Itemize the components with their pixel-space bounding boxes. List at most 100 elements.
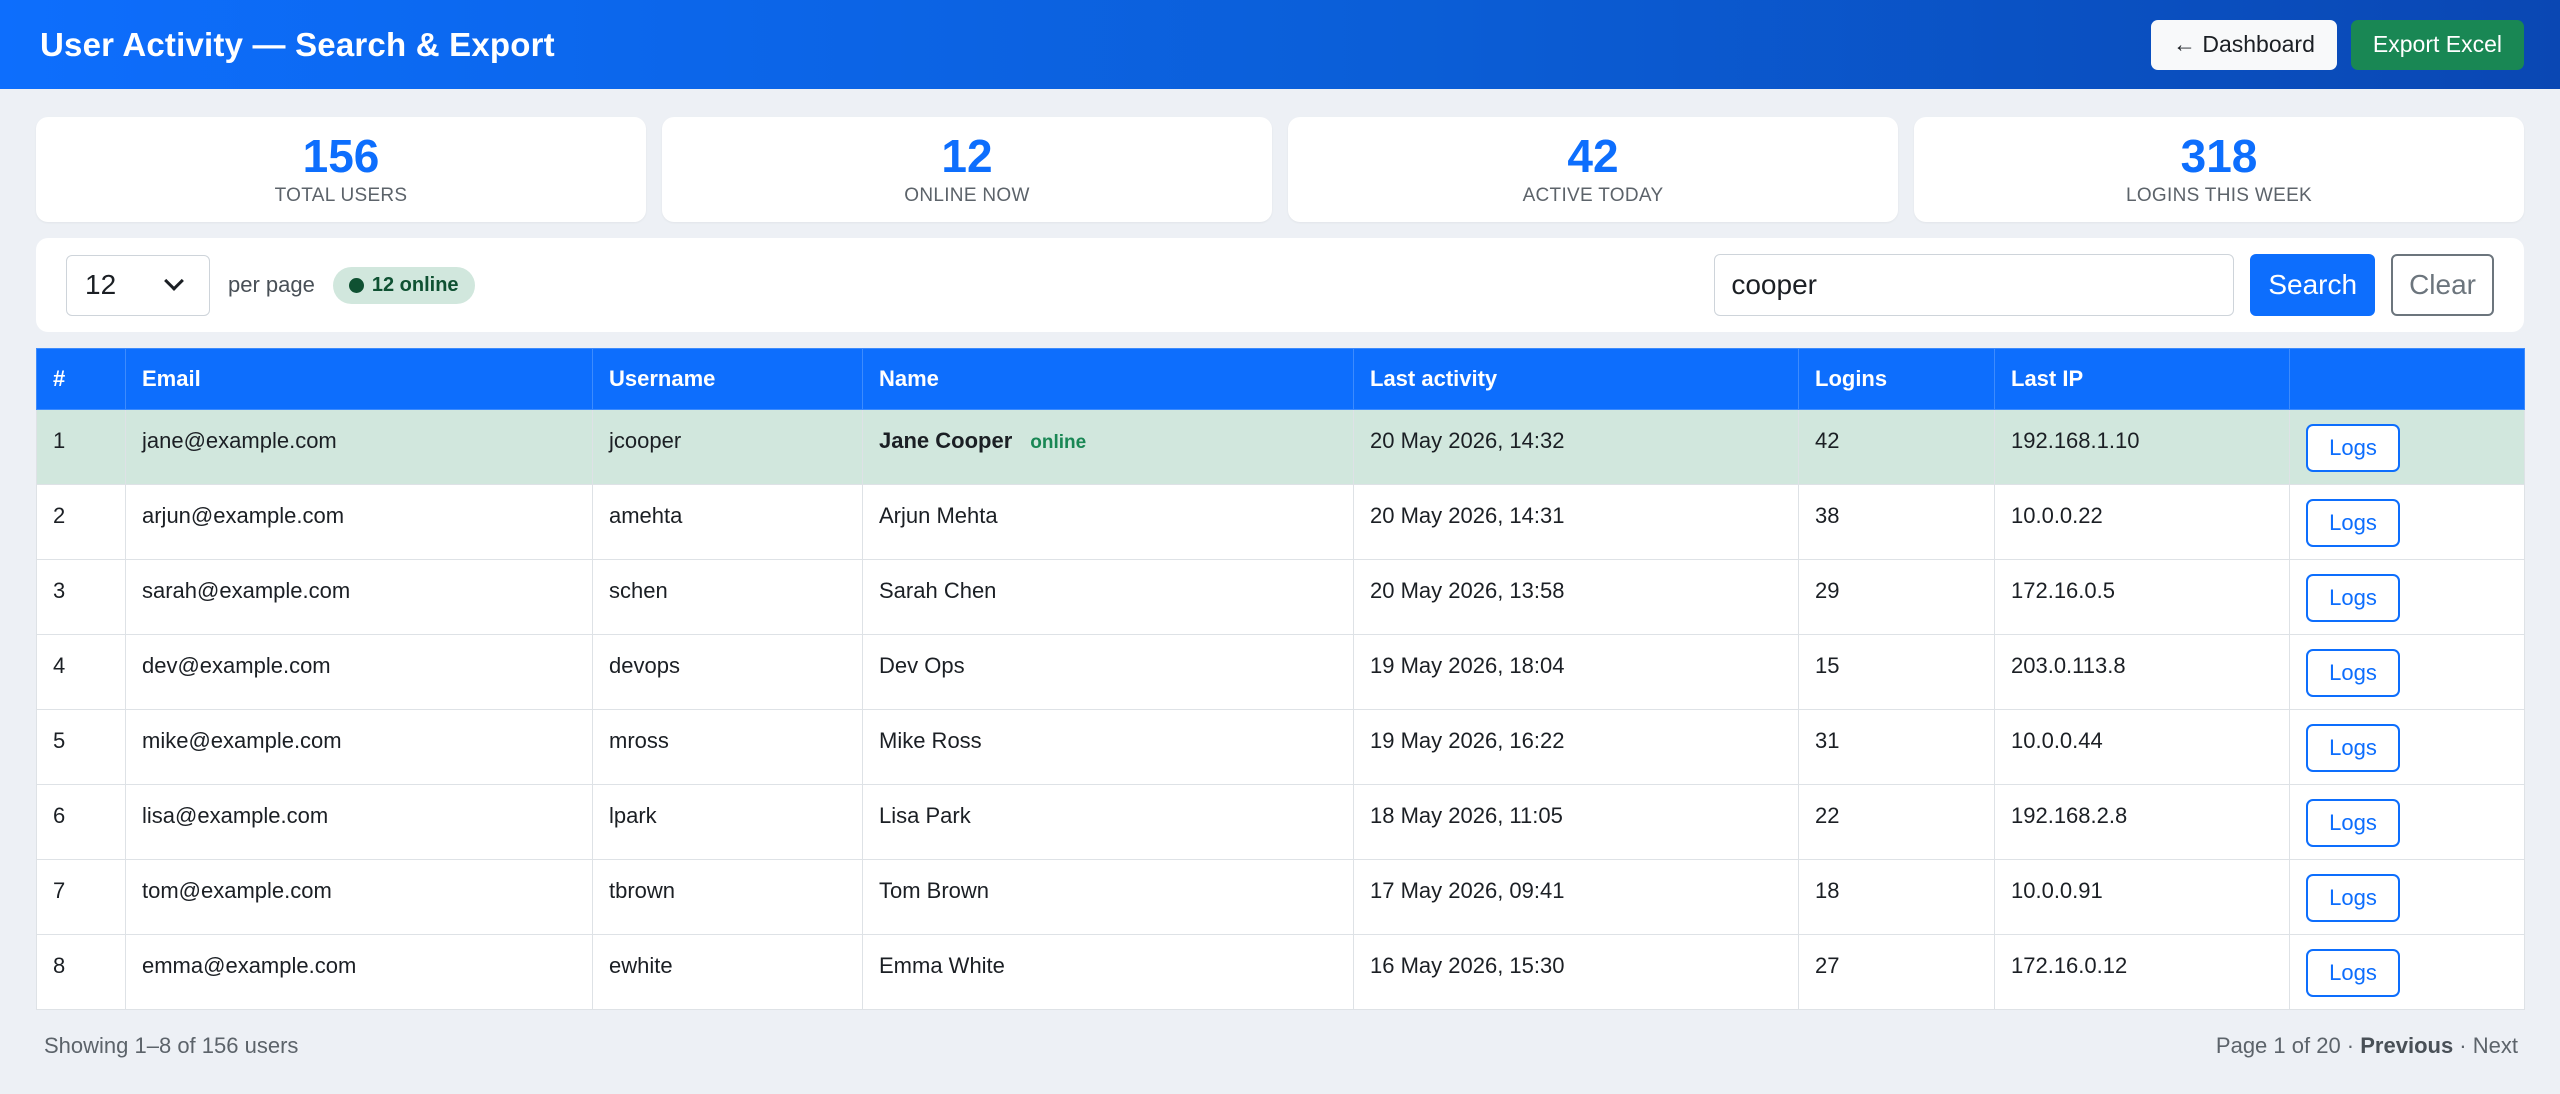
header-bar: User Activity — Search & Export ← Dashbo… bbox=[0, 0, 2560, 89]
row-username: tbrown bbox=[592, 859, 863, 935]
row-logins: 31 bbox=[1798, 709, 1995, 785]
logs-button[interactable]: Logs bbox=[2306, 499, 2400, 547]
row-last-ip: 10.0.0.91 bbox=[1994, 859, 2290, 935]
chevron-down-icon bbox=[164, 271, 184, 291]
logs-button[interactable]: Logs bbox=[2306, 874, 2400, 922]
table-row: 5 mike@example.com mross Mike Ross 19 May 20… bbox=[36, 709, 2525, 785]
export-excel-button[interactable]: Export Excel bbox=[2350, 19, 2524, 70]
row-number: 4 bbox=[36, 634, 126, 710]
clear-button[interactable]: Clear bbox=[2391, 254, 2494, 316]
page-title: User Activity — Search & Export bbox=[40, 25, 555, 63]
search-input[interactable] bbox=[1714, 254, 2235, 316]
table-row: 1 jane@example.com jcooper Jane Cooper onlin… bbox=[36, 409, 2525, 485]
logs-button[interactable]: Logs bbox=[2306, 949, 2400, 997]
per-page-label: per page bbox=[228, 272, 315, 297]
row-last-ip: 10.0.0.44 bbox=[1994, 709, 2290, 785]
column-header-username[interactable]: Username bbox=[592, 348, 863, 410]
stat-card-online-now: 12 ONLINE NOW bbox=[662, 117, 1272, 222]
row-email: sarah@example.com bbox=[125, 559, 593, 635]
row-actions: Logs bbox=[2289, 634, 2525, 710]
online-badge-label: 12 online bbox=[371, 273, 459, 296]
stat-card-logins-week: 318 LOGINS THIS WEEK bbox=[1914, 117, 2524, 222]
column-header-last-ip[interactable]: Last IP bbox=[1994, 348, 2290, 410]
table-row: 4 dev@example.com devops Dev Ops 19 May 2026… bbox=[36, 634, 2525, 710]
status-dot-icon bbox=[348, 277, 364, 293]
row-last-ip: 203.0.113.8 bbox=[1994, 634, 2290, 710]
table-row: 8 emma@example.com ewhite Emma White 16 May … bbox=[36, 934, 2525, 1010]
column-header-name[interactable]: Name bbox=[862, 348, 1354, 410]
row-last-ip: 192.168.2.8 bbox=[1994, 784, 2290, 860]
row-actions: Logs bbox=[2289, 859, 2525, 935]
stat-label: ACTIVE TODAY bbox=[1522, 184, 1664, 206]
table-row: 7 tom@example.com tbrown Tom Brown 17 May 20… bbox=[36, 859, 2525, 935]
row-name: Dev Ops bbox=[879, 653, 965, 678]
table-body: 1 jane@example.com jcooper Jane Cooper onlin… bbox=[36, 409, 2525, 1010]
stat-label: LOGINS THIS WEEK bbox=[2125, 184, 2313, 206]
row-last-ip: 10.0.0.22 bbox=[1994, 484, 2290, 560]
table-row: 3 sarah@example.com schen Sarah Chen 20 May … bbox=[36, 559, 2525, 635]
online-badge: 12 online bbox=[332, 266, 475, 304]
pagination: Page 1 of 20 · Previous · Next bbox=[2216, 1033, 2518, 1059]
column-header-email[interactable]: Email bbox=[125, 348, 593, 410]
column-header-actions bbox=[2289, 348, 2525, 410]
row-last-ip: 192.168.1.10 bbox=[1994, 409, 2290, 485]
row-last-activity: 20 May 2026, 13:58 bbox=[1353, 559, 1799, 635]
row-number: 5 bbox=[36, 709, 126, 785]
filter-toolbar: 12 per page 12 online Search Clear bbox=[36, 238, 2524, 332]
pager-separator: · bbox=[2340, 1033, 2361, 1058]
column-header-last-activity[interactable]: Last activity bbox=[1353, 348, 1799, 410]
row-logins: 38 bbox=[1798, 484, 1995, 560]
table-row: 2 arjun@example.com amehta Arjun Mehta 20 Ma… bbox=[36, 484, 2525, 560]
logs-button[interactable]: Logs bbox=[2306, 424, 2400, 472]
row-name-cell: Emma White bbox=[862, 934, 1354, 1010]
previous-link[interactable]: Previous bbox=[2360, 1033, 2453, 1058]
row-number: 8 bbox=[36, 934, 126, 1010]
row-username: mross bbox=[592, 709, 863, 785]
row-last-ip: 172.16.0.5 bbox=[1994, 559, 2290, 635]
table-footer: Showing 1–8 of 156 users Page 1 of 20 · … bbox=[0, 1010, 2560, 1082]
row-name-cell: Arjun Mehta bbox=[862, 484, 1354, 560]
row-last-activity: 20 May 2026, 14:32 bbox=[1353, 409, 1799, 485]
stat-label: TOTAL USERS bbox=[274, 184, 408, 206]
row-number: 7 bbox=[36, 859, 126, 935]
row-actions: Logs bbox=[2289, 484, 2525, 560]
search-button[interactable]: Search bbox=[2250, 254, 2376, 316]
logs-button[interactable]: Logs bbox=[2306, 724, 2400, 772]
stat-card-total-users: 156 TOTAL USERS bbox=[36, 117, 646, 222]
row-number: 6 bbox=[36, 784, 126, 860]
next-link[interactable]: Next bbox=[2473, 1033, 2518, 1058]
row-username: devops bbox=[592, 634, 863, 710]
column-header-number[interactable]: # bbox=[36, 348, 126, 410]
row-number: 2 bbox=[36, 484, 126, 560]
row-name: Mike Ross bbox=[879, 728, 982, 753]
row-email: emma@example.com bbox=[125, 934, 593, 1010]
logs-button[interactable]: Logs bbox=[2306, 574, 2400, 622]
row-username: amehta bbox=[592, 484, 863, 560]
toolbar-left: 12 per page 12 online bbox=[66, 254, 475, 316]
row-actions: Logs bbox=[2289, 409, 2525, 485]
row-last-activity: 19 May 2026, 16:22 bbox=[1353, 709, 1799, 785]
row-name: Emma White bbox=[879, 953, 1005, 978]
row-last-activity: 20 May 2026, 14:31 bbox=[1353, 484, 1799, 560]
dashboard-button[interactable]: ← Dashboard bbox=[2150, 19, 2337, 70]
stat-value: 12 bbox=[941, 129, 993, 182]
per-page-select[interactable]: 12 bbox=[66, 254, 210, 316]
row-name: Sarah Chen bbox=[879, 578, 997, 603]
logs-button[interactable]: Logs bbox=[2306, 799, 2400, 847]
row-name-cell: Mike Ross bbox=[862, 709, 1354, 785]
row-logins: 42 bbox=[1798, 409, 1995, 485]
row-email: mike@example.com bbox=[125, 709, 593, 785]
column-header-logins[interactable]: Logins bbox=[1798, 348, 1995, 410]
row-last-activity: 18 May 2026, 11:05 bbox=[1353, 784, 1799, 860]
row-name-cell: Jane Cooper online bbox=[862, 409, 1354, 485]
row-username: ewhite bbox=[592, 934, 863, 1010]
logs-button[interactable]: Logs bbox=[2306, 649, 2400, 697]
showing-count: Showing 1–8 of 156 users bbox=[44, 1033, 299, 1058]
row-last-activity: 19 May 2026, 18:04 bbox=[1353, 634, 1799, 710]
row-name-cell: Sarah Chen bbox=[862, 559, 1354, 635]
row-logins: 29 bbox=[1798, 559, 1995, 635]
row-email: arjun@example.com bbox=[125, 484, 593, 560]
stats-row: 156 TOTAL USERS 12 ONLINE NOW 42 ACTIVE … bbox=[0, 89, 2560, 222]
row-actions: Logs bbox=[2289, 784, 2525, 860]
stat-value: 42 bbox=[1567, 129, 1619, 182]
